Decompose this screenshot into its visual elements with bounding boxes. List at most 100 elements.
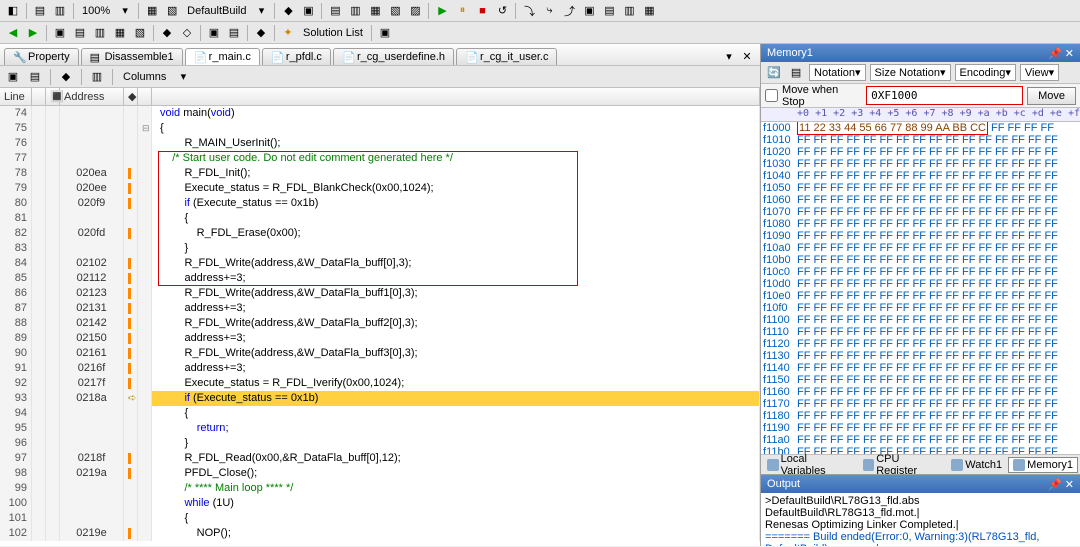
pin-icon[interactable]: 📌 — [1048, 48, 1062, 60]
tool-icon[interactable]: ▥ — [91, 24, 109, 42]
memory-body[interactable]: f100011 22 33 44 55 66 77 88 99 AA BB CC… — [761, 122, 1080, 454]
memory-row[interactable]: f1030FF FF FF FF FF FF FF FF FF FF FF FF… — [761, 158, 1080, 170]
step-into-icon[interactable]: ⤷ — [540, 2, 558, 20]
memory-row[interactable]: f1010FF FF FF FF FF FF FF FF FF FF FF FF… — [761, 134, 1080, 146]
memory-row[interactable]: f1070FF FF FF FF FF FF FF FF FF FF FF FF… — [761, 206, 1080, 218]
build-config[interactable]: DefaultBuild — [183, 5, 250, 17]
tool-icon[interactable]: ◆ — [252, 24, 270, 42]
memory-row[interactable]: f1040FF FF FF FF FF FF FF FF FF FF FF FF… — [761, 170, 1080, 182]
code-line[interactable]: 9002161 R_FDL_Write(address,&W_DataFla_b… — [0, 346, 760, 361]
memory-row[interactable]: f100011 22 33 44 55 66 77 88 99 AA BB CC… — [761, 122, 1080, 134]
pin-icon[interactable]: 📌 — [1048, 479, 1062, 491]
memory-row[interactable]: f1060FF FF FF FF FF FF FF FF FF FF FF FF… — [761, 194, 1080, 206]
tool-icon[interactable]: ▤ — [71, 24, 89, 42]
memory-row[interactable]: f1100FF FF FF FF FF FF FF FF FF FF FF FF… — [761, 314, 1080, 326]
code-line[interactable]: 8802142 R_FDL_Write(address,&W_DataFla_b… — [0, 316, 760, 331]
reset-icon[interactable]: ↺ — [493, 2, 511, 20]
tool-icon[interactable]: ▦ — [111, 24, 129, 42]
memory-row[interactable]: f1120FF FF FF FF FF FF FF FF FF FF FF FF… — [761, 338, 1080, 350]
columns-dropdown[interactable]: Columns — [119, 71, 170, 83]
chevron-down-icon[interactable]: ▾ — [116, 2, 134, 20]
step-over-icon[interactable]: ⤵ — [520, 2, 538, 20]
tool-icon[interactable]: ▥ — [51, 2, 69, 20]
code-line[interactable]: 75⊟{ — [0, 121, 760, 136]
memory-row[interactable]: f1050FF FF FF FF FF FF FF FF FF FF FF FF… — [761, 182, 1080, 194]
view-dropdown[interactable]: View▾ — [1020, 64, 1059, 81]
tab-rcg-it-user[interactable]: 📄r_cg_it_user.c — [456, 48, 557, 65]
code-body[interactable]: 74void main(void)75⊟{76 R_MAIN_UserInit(… — [0, 106, 760, 546]
tool-icon[interactable]: ▥ — [88, 68, 106, 86]
tool-icon[interactable]: ▤ — [326, 2, 344, 20]
solution-list[interactable]: Solution List — [299, 27, 367, 39]
memory-row[interactable]: f1090FF FF FF FF FF FF FF FF FF FF FF FF… — [761, 230, 1080, 242]
tool-icon[interactable]: ▣ — [205, 24, 223, 42]
tool-icon[interactable]: ▦ — [640, 2, 658, 20]
forward-icon[interactable]: ▶ — [24, 24, 42, 42]
memory-row[interactable]: f1080FF FF FF FF FF FF FF FF FF FF FF FF… — [761, 218, 1080, 230]
solution-icon[interactable]: ✦ — [279, 24, 297, 42]
code-line[interactable]: 920217f Execute_status = R_FDL_Iverify(0… — [0, 376, 760, 391]
memory-row[interactable]: f1020FF FF FF FF FF FF FF FF FF FF FF FF… — [761, 146, 1080, 158]
output-body[interactable]: >DefaultBuild\RL78G13_fld.abs DefaultBui… — [761, 493, 1080, 546]
tool-icon[interactable]: ◆ — [279, 2, 297, 20]
code-line[interactable]: 80020f9 if (Execute_status == 0x1b) — [0, 196, 760, 211]
tool-icon[interactable]: ▤ — [225, 24, 243, 42]
code-line[interactable]: 79020ee Execute_status = R_FDL_BlankChec… — [0, 181, 760, 196]
tool-icon[interactable]: ▤ — [600, 2, 618, 20]
code-line[interactable]: 910216f address+=3; — [0, 361, 760, 376]
zoom-level[interactable]: 100% — [78, 5, 114, 17]
code-line[interactable]: 980219a PFDL_Close(); — [0, 466, 760, 481]
tool-icon[interactable]: ▥ — [620, 2, 638, 20]
memory-row[interactable]: f1170FF FF FF FF FF FF FF FF FF FF FF FF… — [761, 398, 1080, 410]
code-line[interactable]: 83 } — [0, 241, 760, 256]
code-line[interactable]: 930218a➪ if (Execute_status == 0x1b) — [0, 391, 760, 406]
code-line[interactable]: 8402102 R_FDL_Write(address,&W_DataFla_b… — [0, 256, 760, 271]
code-line[interactable]: 8502112 address+=3; — [0, 271, 760, 286]
code-line[interactable]: 94 { — [0, 406, 760, 421]
size-notation-dropdown[interactable]: Size Notation▾ — [870, 64, 951, 81]
memory-row[interactable]: f1150FF FF FF FF FF FF FF FF FF FF FF FF… — [761, 374, 1080, 386]
move-when-stop-checkbox[interactable] — [765, 89, 778, 102]
tool-icon[interactable]: ▦ — [143, 2, 161, 20]
close-icon[interactable]: ✕ — [1065, 479, 1074, 491]
tool-icon[interactable]: ◆ — [158, 24, 176, 42]
tool-icon[interactable]: ◇ — [178, 24, 196, 42]
code-line[interactable]: 76 R_MAIN_UserInit(); — [0, 136, 760, 151]
tool-icon[interactable]: ▤ — [26, 68, 44, 86]
code-line[interactable]: 101 { — [0, 511, 760, 526]
tool-icon[interactable]: ▣ — [4, 68, 22, 86]
tool-icon[interactable]: ▤ — [787, 64, 805, 82]
run-icon[interactable]: ▶ — [433, 2, 451, 20]
tool-icon[interactable]: ▣ — [51, 24, 69, 42]
tab-r-pfdl[interactable]: 📄r_pfdl.c — [262, 48, 331, 65]
memory-row[interactable]: f1130FF FF FF FF FF FF FF FF FF FF FF FF… — [761, 350, 1080, 362]
code-line[interactable]: 77 /* Start user code. Do not edit comme… — [0, 151, 760, 166]
memory-row[interactable]: f11a0FF FF FF FF FF FF FF FF FF FF FF FF… — [761, 434, 1080, 446]
code-line[interactable]: 8702131 address+=3; — [0, 301, 760, 316]
tab-rcg-userdefine[interactable]: 📄r_cg_userdefine.h — [333, 48, 454, 65]
refresh-icon[interactable]: 🔄 — [765, 64, 783, 82]
memory-row[interactable]: f1140FF FF FF FF FF FF FF FF FF FF FF FF… — [761, 362, 1080, 374]
tab-memory1[interactable]: Memory1 — [1008, 457, 1078, 473]
memory-row[interactable]: f10d0FF FF FF FF FF FF FF FF FF FF FF FF… — [761, 278, 1080, 290]
tool-icon[interactable]: ▣ — [376, 24, 394, 42]
code-line[interactable]: 82020fd R_FDL_Erase(0x00); — [0, 226, 760, 241]
memory-row[interactable]: f10e0FF FF FF FF FF FF FF FF FF FF FF FF… — [761, 290, 1080, 302]
code-line[interactable]: 99 /* **** Main loop **** */ — [0, 481, 760, 496]
memory-row[interactable]: f1160FF FF FF FF FF FF FF FF FF FF FF FF… — [761, 386, 1080, 398]
tool-icon[interactable]: ▧ — [131, 24, 149, 42]
code-line[interactable]: 8602123 R_FDL_Write(address,&W_DataFla_b… — [0, 286, 760, 301]
tool-icon[interactable]: ▤ — [31, 2, 49, 20]
memory-row[interactable]: f10f0FF FF FF FF FF FF FF FF FF FF FF FF… — [761, 302, 1080, 314]
tool-icon[interactable]: ▧ — [386, 2, 404, 20]
code-line[interactable]: 1020219e NOP(); — [0, 526, 760, 541]
tab-r-main[interactable]: 📄r_main.c — [185, 48, 260, 65]
close-icon[interactable]: ✕ — [1065, 48, 1074, 60]
encoding-dropdown[interactable]: Encoding▾ — [955, 64, 1016, 81]
code-line[interactable]: 8902150 address+=3; — [0, 331, 760, 346]
notation-dropdown[interactable]: Notation▾ — [809, 64, 866, 81]
tool-icon[interactable]: ▨ — [406, 2, 424, 20]
memory-row[interactable]: f10c0FF FF FF FF FF FF FF FF FF FF FF FF… — [761, 266, 1080, 278]
tool-icon[interactable]: ▧ — [163, 2, 181, 20]
code-line[interactable]: 100 while (1U) — [0, 496, 760, 511]
